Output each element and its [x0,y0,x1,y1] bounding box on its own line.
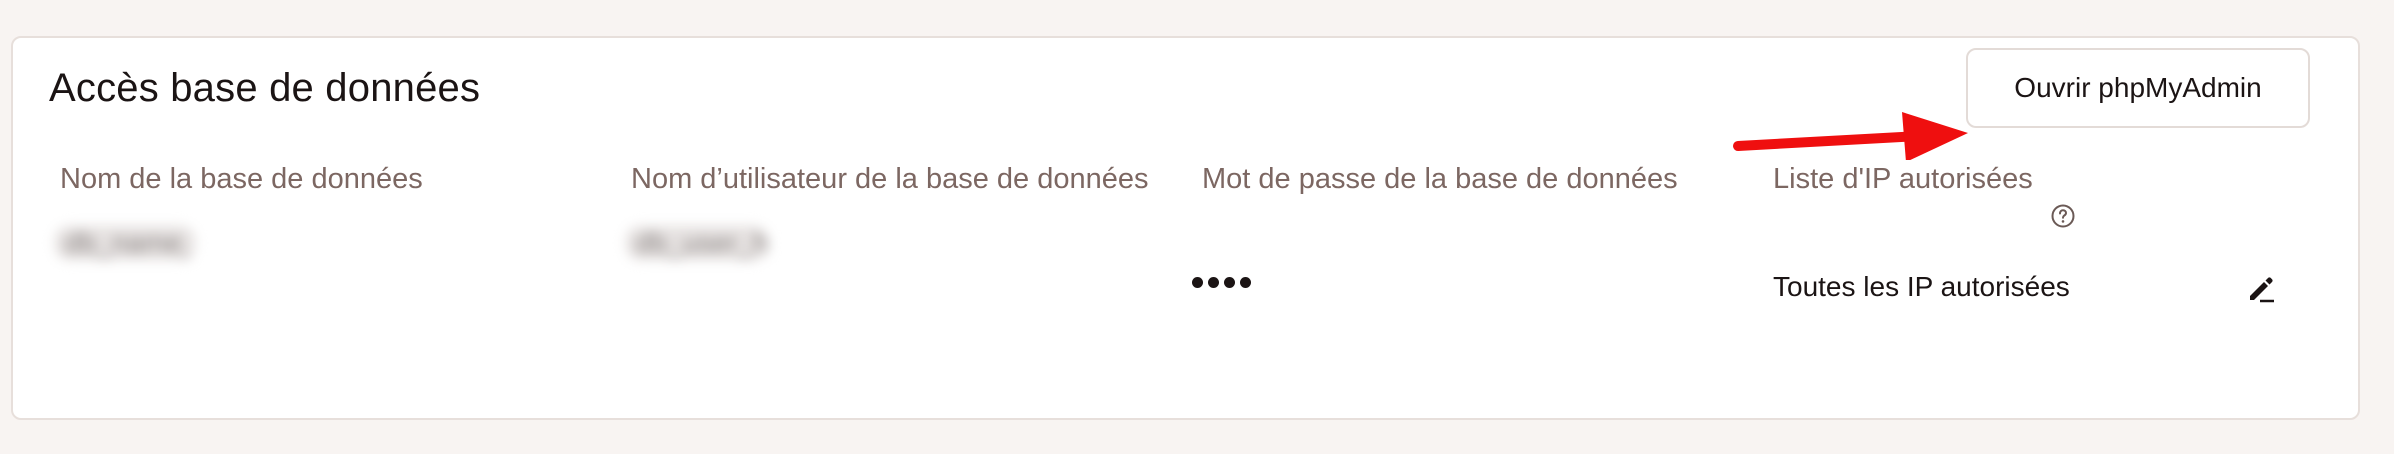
column-header-db-name: Nom de la base de données [60,163,423,195]
pencil-edit-icon[interactable] [2244,270,2280,306]
db-name-value-blurred: db_name_hidden [55,226,195,260]
open-phpmyadmin-button[interactable]: Ouvrir phpMyAdmin [1966,48,2310,128]
section-title: Accès base de données [49,66,481,110]
password-masked-dots [1192,277,1251,288]
ip-allowlist-value: Toutes les IP autorisées [1773,271,2070,302]
column-header-db-user: Nom d’utilisateur de la base de données [631,163,1149,195]
db-user-value-blurred: db_user_hidden [626,226,768,260]
column-header-db-password: Mot de passe de la base de données [1202,163,1678,195]
red-arrow-icon [1733,112,1968,160]
help-icon[interactable] [2050,203,2076,229]
column-header-ip-allowlist: Liste d'IP autorisées [1773,163,2033,195]
